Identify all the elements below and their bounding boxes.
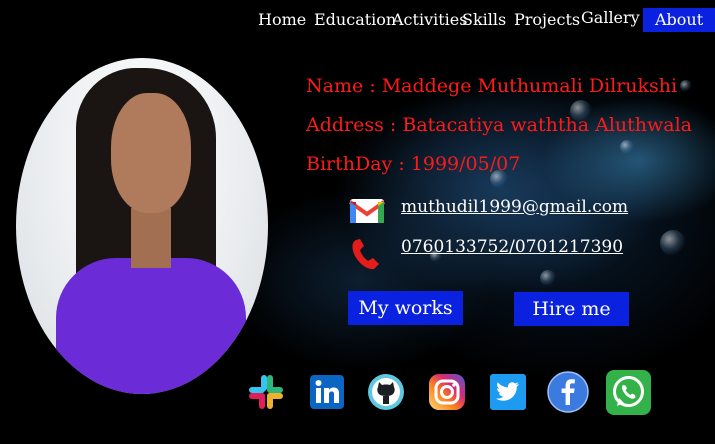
profile-photo	[16, 58, 268, 394]
instagram-icon[interactable]	[428, 373, 466, 411]
phone-link[interactable]: 0760133752/0701217390	[401, 237, 623, 257]
github-icon[interactable]	[367, 373, 405, 411]
nav-skills[interactable]: Skills	[462, 8, 506, 32]
nav-about[interactable]: About	[643, 8, 715, 32]
nav-activities[interactable]: Activities	[392, 8, 467, 32]
nav-projects[interactable]: Projects	[514, 8, 580, 32]
nav-education[interactable]: Education	[314, 8, 396, 32]
email-link[interactable]: muthudil1999@gmail.com	[401, 197, 628, 217]
name-text: Name : Maddege Muthumali Dilrukshi	[306, 75, 678, 97]
hire-me-button[interactable]: Hire me	[514, 292, 629, 326]
facebook-icon[interactable]	[547, 371, 589, 413]
nav-gallery[interactable]: Gallery	[581, 6, 640, 30]
my-works-button[interactable]: My works	[348, 291, 463, 325]
linkedin-icon[interactable]	[310, 375, 344, 409]
nav-home[interactable]: Home	[258, 8, 306, 32]
phone-icon	[352, 239, 379, 270]
twitter-icon[interactable]	[490, 374, 526, 410]
top-navigation: Home Education Activities Skills Project…	[0, 0, 715, 40]
slack-icon[interactable]	[247, 373, 285, 411]
whatsapp-icon[interactable]	[606, 370, 651, 415]
birthday-text: BirthDay : 1999/05/07	[306, 153, 521, 175]
address-text: Address : Batacatiya waththa Aluthwala	[306, 114, 692, 136]
gmail-icon	[349, 199, 385, 223]
